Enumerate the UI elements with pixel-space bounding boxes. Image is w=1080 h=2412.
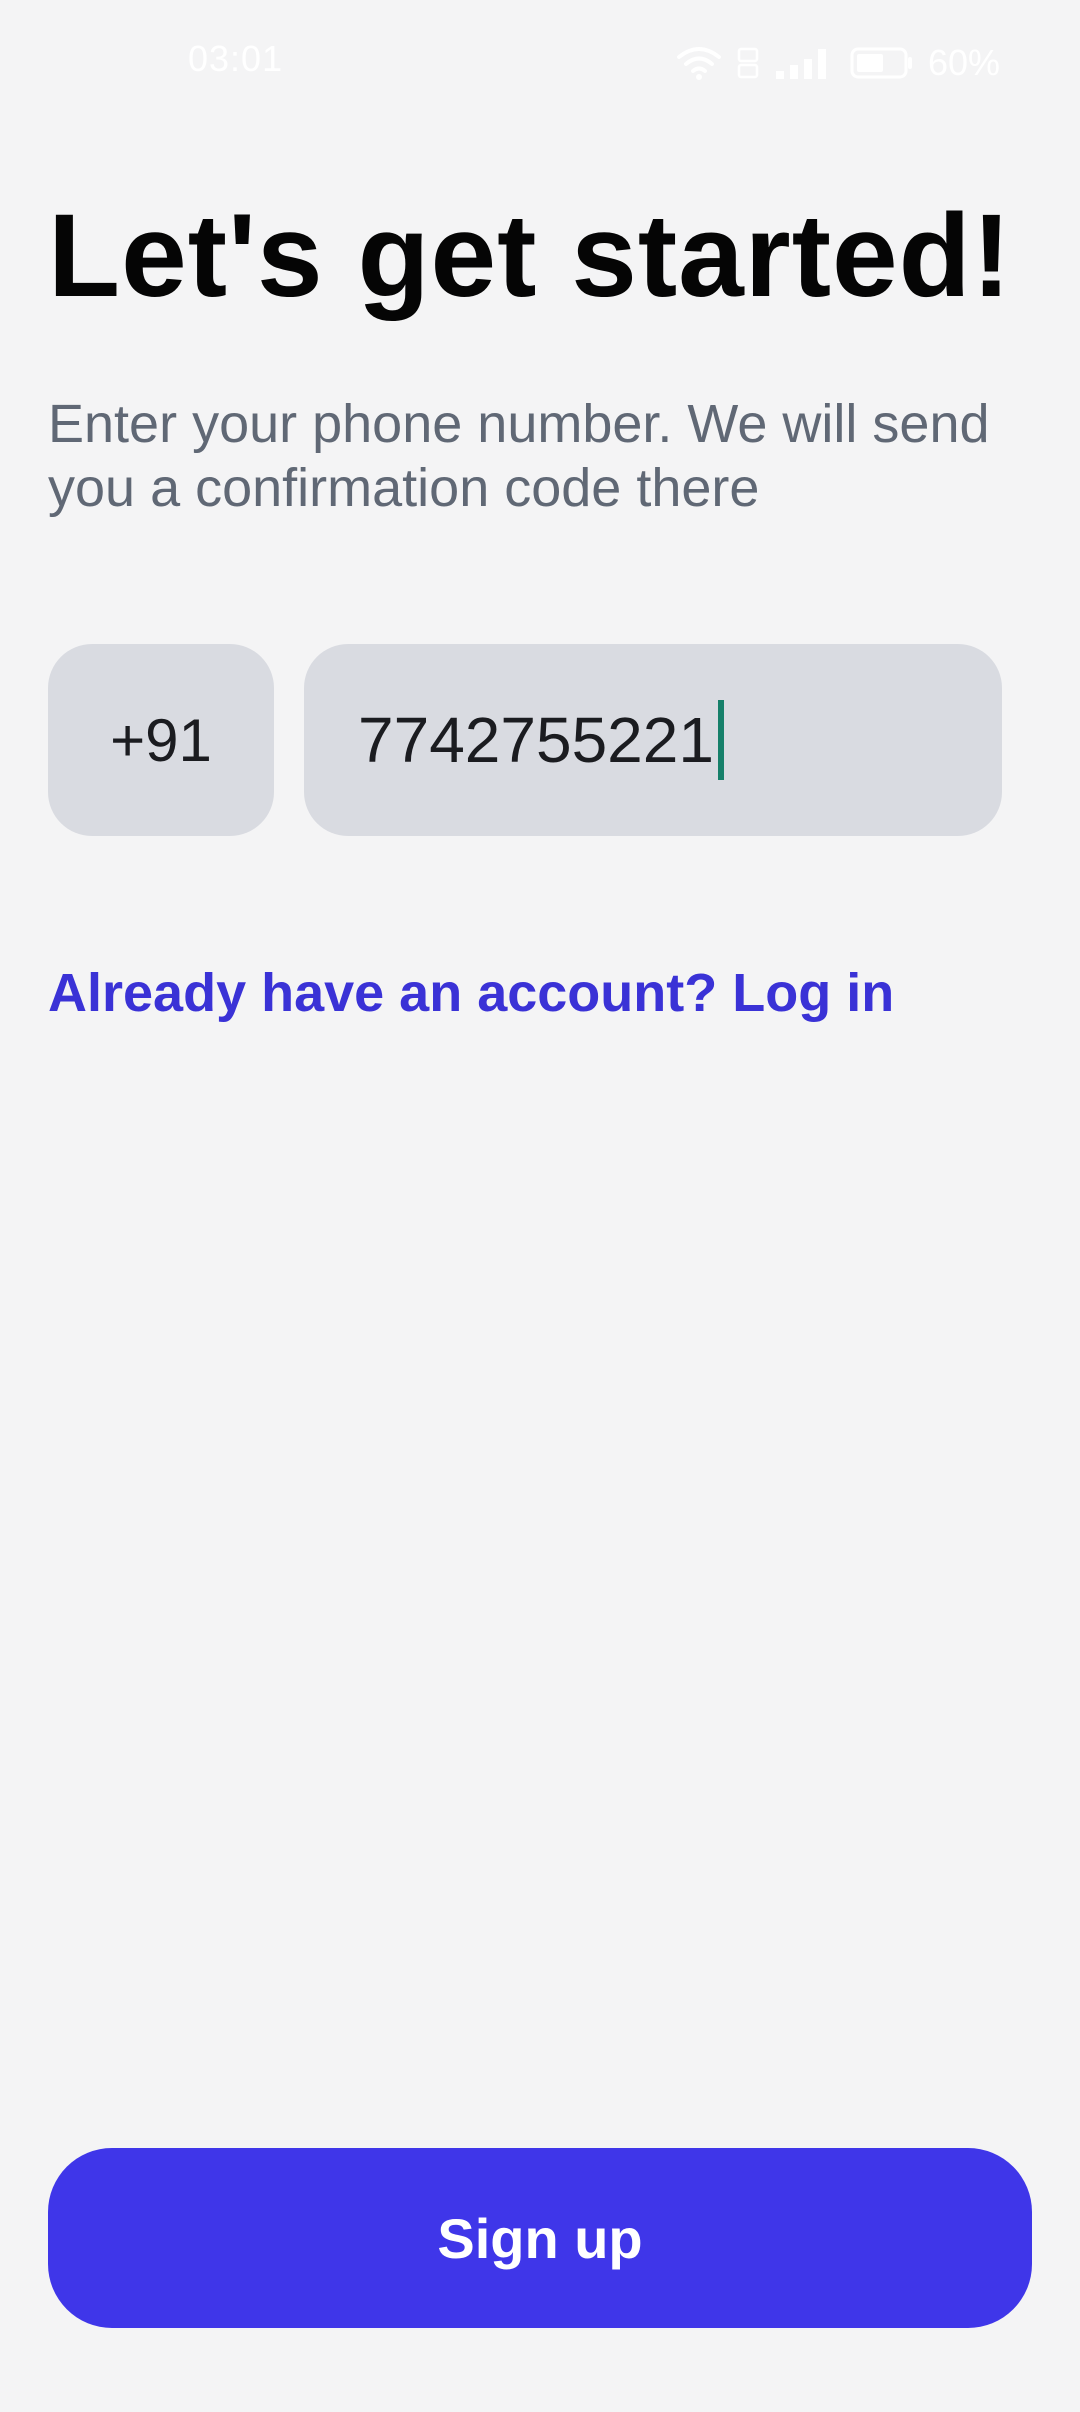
page-title: Let's get started!	[48, 190, 1013, 322]
battery-icon	[850, 45, 914, 81]
wifi-icon	[676, 45, 722, 81]
phone-number-value: 7742755221	[358, 704, 714, 776]
status-icons: 60%	[676, 38, 1000, 88]
text-cursor	[717, 700, 724, 780]
status-bar: 03:01 60%	[0, 0, 1080, 120]
signal-icon	[774, 45, 836, 81]
country-code-value: +91	[110, 706, 212, 774]
login-link[interactable]: Already have an account? Log in	[48, 962, 894, 1024]
signup-screen: 03:01 60% Let's get started! Enter your …	[0, 0, 1080, 2412]
page-subtitle: Enter your phone number. We will send yo…	[48, 394, 990, 518]
phone-number-field[interactable]: 7742755221	[304, 644, 1002, 836]
volte-icon	[736, 45, 760, 81]
battery-percent: 60%	[927, 42, 1000, 83]
status-time: 03:01	[188, 38, 284, 79]
signup-button[interactable]: Sign up	[48, 2148, 1032, 2328]
country-code-selector[interactable]: +91	[48, 644, 274, 836]
